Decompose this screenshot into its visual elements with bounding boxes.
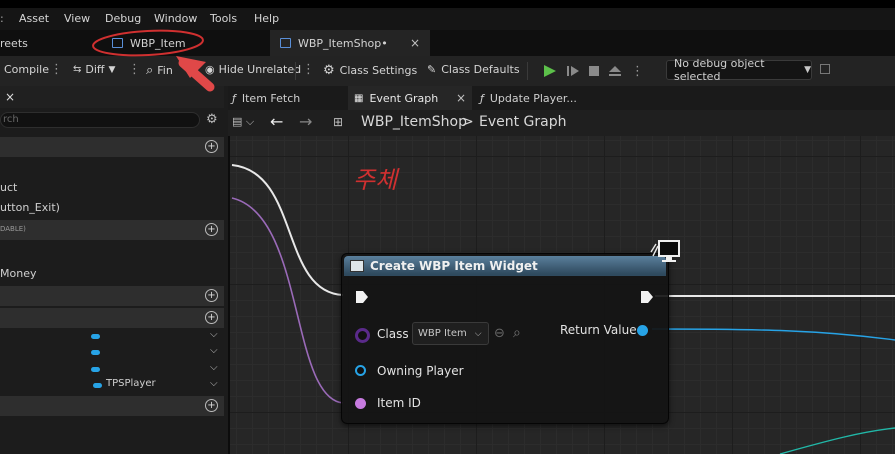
node-title: Create WBP Item Widget (370, 259, 538, 273)
chevron-down-icon: ⌵ (474, 328, 482, 339)
item-id-label: Item ID (377, 396, 421, 410)
red-circle-highlight (92, 29, 204, 57)
exec-out-pin[interactable] (640, 290, 654, 304)
class-dropdown-value: WBP Item (418, 328, 467, 339)
class-label: Class (377, 327, 409, 341)
item-id-pin[interactable] (355, 398, 366, 409)
annotation-text: 주체 (353, 166, 398, 194)
create-widget-node[interactable]: Create WBP Item Widget Class WBP Item ⌵ … (341, 240, 680, 424)
return-value-label: Return Value (560, 323, 637, 337)
node-header[interactable]: Create WBP Item Widget (344, 256, 666, 276)
widget-node-icon (350, 260, 364, 272)
monitor-icon (650, 240, 680, 262)
owning-player-label: Owning Player (377, 364, 464, 378)
exec-in-pin[interactable] (355, 290, 369, 304)
class-pin[interactable] (355, 328, 370, 343)
red-arrow-annotation (176, 56, 215, 92)
class-dropdown[interactable]: WBP Item ⌵ (412, 322, 489, 345)
owning-player-pin[interactable] (355, 365, 366, 376)
use-selected-icon[interactable]: ⊖ (494, 326, 505, 341)
return-value-pin[interactable] (637, 325, 648, 336)
browse-icon[interactable]: ⌕ (513, 325, 521, 341)
